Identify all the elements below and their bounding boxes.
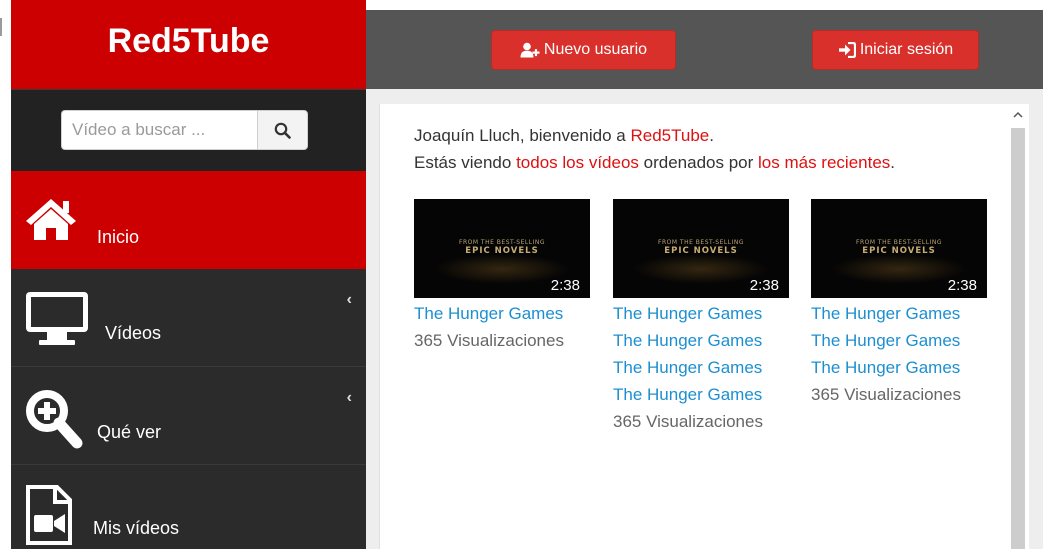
chevron-left-icon: ‹ — [346, 389, 352, 406]
thumbnail-caption-main: EPIC NOVELS — [862, 246, 936, 256]
video-views: 365 Visualizaciones — [811, 385, 961, 404]
edge-tick — [0, 18, 2, 36]
thumbnail-glow — [831, 254, 967, 284]
window-edge — [0, 0, 11, 549]
main-content: Joaquín Lluch, bienvenido a Red5Tube. Es… — [366, 89, 1043, 549]
new-user-button[interactable]: Nuevo usuario — [491, 30, 676, 70]
thumbnail-caption-top: FROM THE BEST-SELLING — [459, 239, 545, 246]
greeting: Joaquín Lluch, bienvenido a Red5Tube. Es… — [414, 122, 895, 176]
thumbnail-caption-top: FROM THE BEST-SELLING — [658, 239, 744, 246]
sign-in-icon — [838, 42, 856, 58]
viewing-mid: ordenados por — [638, 153, 759, 172]
video-title-link[interactable]: The Hunger Games — [414, 300, 564, 327]
video-card: FROM THE BEST-SELLING EPIC NOVELS 2:38 T… — [613, 199, 789, 435]
home-icon — [26, 199, 76, 240]
video-duration: 2:38 — [550, 277, 580, 294]
new-user-label: Nuevo usuario — [543, 41, 648, 58]
scroll-up-icon[interactable] — [1011, 108, 1025, 122]
thumbnail-caption-top: FROM THE BEST-SELLING — [856, 239, 942, 246]
brand-logo-text: Red5Tube — [107, 22, 270, 60]
video-duration: 2:38 — [947, 277, 977, 294]
video-title-link[interactable]: The Hunger Games The Hunger Games The Hu… — [613, 300, 763, 408]
sidebar-item-que-ver[interactable]: ‹ Qué ver — [11, 367, 366, 465]
vertical-scrollbar[interactable] — [1007, 104, 1029, 549]
search-form — [61, 110, 308, 150]
viewing-prefix: Estás viendo — [414, 153, 517, 172]
thumbnail-glow — [633, 254, 769, 284]
chevron-left-icon: ‹ — [346, 291, 352, 308]
thumbnail-glow — [434, 254, 570, 284]
sidebar-item-label: Inicio — [97, 227, 140, 247]
video-duration: 2:38 — [749, 277, 779, 294]
video-thumbnail[interactable]: FROM THE BEST-SELLING EPIC NOVELS 2:38 — [811, 199, 987, 298]
thumbnail-caption-main: EPIC NOVELS — [664, 246, 738, 256]
video-thumbnail[interactable]: FROM THE BEST-SELLING EPIC NOVELS 2:38 — [414, 199, 590, 298]
search-input[interactable] — [61, 110, 257, 150]
welcome-text: , bienvenido a — [519, 126, 631, 145]
add-user-icon — [520, 42, 540, 58]
sidebar-item-mis-videos[interactable]: Mis vídeos — [11, 465, 366, 549]
viewing-end: . — [890, 153, 896, 172]
sidebar: Red5Tube Inicio ‹ Vídeos — [11, 0, 366, 549]
zoom-in-icon — [26, 390, 83, 449]
sidebar-item-inicio[interactable]: Inicio — [11, 171, 366, 269]
login-label: Iniciar sesión — [859, 41, 954, 58]
scrollbar-thumb[interactable] — [1011, 128, 1025, 549]
video-views: 365 Visualizaciones — [613, 412, 763, 431]
video-card: FROM THE BEST-SELLING EPIC NOVELS 2:38 T… — [414, 199, 590, 354]
video-panel: Joaquín Lluch, bienvenido a Red5Tube. Es… — [379, 104, 1007, 549]
monitor-icon — [26, 292, 88, 345]
brand-header[interactable]: Red5Tube — [11, 0, 366, 89]
sidebar-item-label: Vídeos — [105, 323, 162, 343]
thumbnail-caption-main: EPIC NOVELS — [465, 246, 539, 256]
user-name: Joaquín Lluch — [414, 126, 520, 145]
login-button[interactable]: Iniciar sesión — [812, 30, 979, 70]
sidebar-item-label: Mis vídeos — [93, 518, 180, 538]
search-area — [11, 89, 366, 171]
sidebar-item-label: Qué ver — [97, 422, 162, 442]
top-bar: Nuevo usuario Iniciar sesión — [366, 0, 1043, 89]
search-button[interactable] — [257, 110, 308, 150]
welcome-line: Joaquín Lluch, bienvenido a Red5Tube. — [414, 122, 895, 149]
video-title-link[interactable]: The Hunger Games The Hunger Games The Hu… — [811, 300, 961, 381]
filter-link[interactable]: todos los vídeos — [516, 153, 639, 172]
viewing-line: Estás viendo todos los vídeos ordenados … — [414, 149, 895, 176]
video-views: 365 Visualizaciones — [414, 331, 564, 350]
video-thumbnail[interactable]: FROM THE BEST-SELLING EPIC NOVELS 2:38 — [613, 199, 789, 298]
site-name: Red5Tube — [630, 126, 710, 145]
video-card: FROM THE BEST-SELLING EPIC NOVELS 2:38 T… — [811, 199, 987, 408]
video-file-icon — [26, 485, 72, 545]
search-icon — [274, 122, 291, 139]
sidebar-item-videos[interactable]: ‹ Vídeos — [11, 269, 366, 367]
welcome-period: . — [709, 126, 714, 145]
order-link[interactable]: los más recientes — [758, 153, 890, 172]
